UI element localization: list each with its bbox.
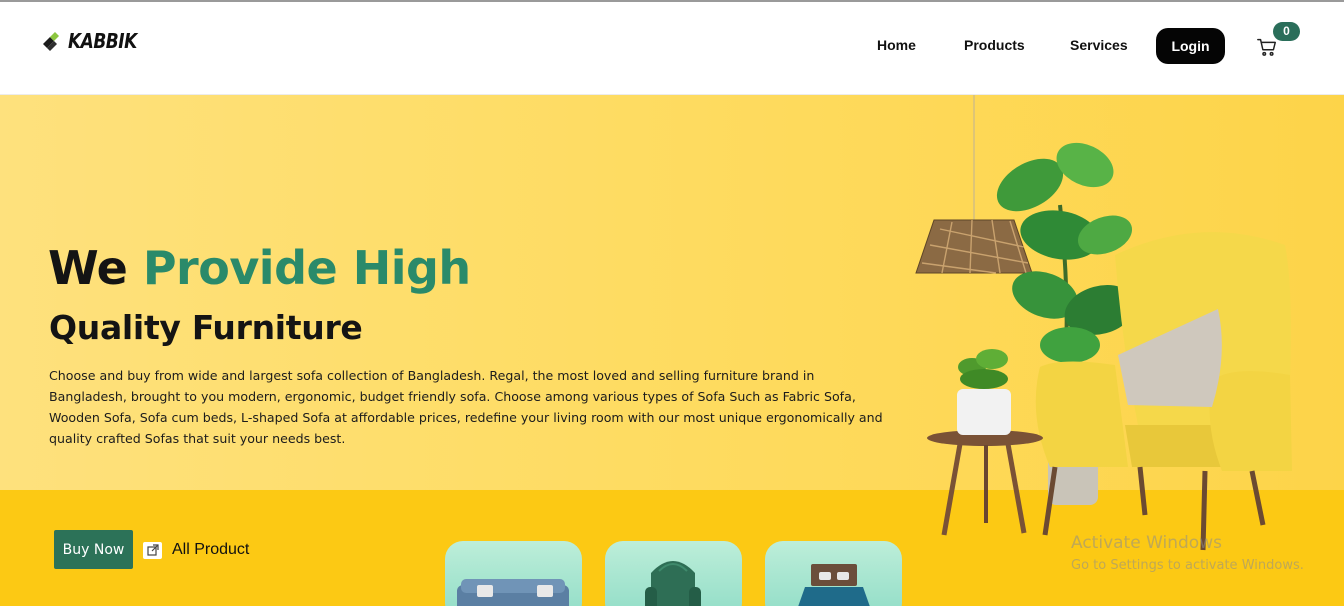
activate-windows-subtitle: Go to Settings to activate Windows. [1071, 558, 1304, 573]
all-product-label: All Product [172, 541, 250, 558]
bed-image [798, 564, 870, 606]
armchair [1035, 232, 1292, 551]
external-link-icon [143, 541, 162, 559]
kabbik-logo-icon [43, 32, 59, 51]
armchair-image [645, 561, 701, 606]
login-button[interactable]: Login [1156, 28, 1225, 64]
cart-icon[interactable] [1256, 36, 1278, 58]
sofa-image [457, 579, 569, 606]
headline-part1: We [48, 241, 143, 295]
hero-description: Choose and buy from wide and largest sof… [49, 368, 883, 446]
nav-products[interactable]: Products [964, 37, 1025, 53]
potted-plant [957, 349, 1011, 435]
hero-furniture-illustration [915, 95, 1292, 551]
nav-home[interactable]: Home [877, 37, 916, 53]
side-table [927, 430, 1043, 536]
nav-services[interactable]: Services [1070, 37, 1128, 53]
navbar: KABBIK Home Products Services Login [0, 2, 1344, 95]
cart-count-badge: 0 [1273, 22, 1300, 41]
bed-thumbnail[interactable] [765, 541, 902, 606]
hero-headline: We Provide High [48, 241, 471, 295]
brand-name: KABBIK [68, 30, 137, 54]
all-product-link[interactable]: All Product [143, 541, 249, 559]
hero-subheadline: Quality Furniture [49, 308, 363, 347]
armchair-thumbnail[interactable] [605, 541, 742, 606]
headline-accent: Provide High [142, 241, 471, 295]
logo[interactable]: KABBIK [40, 30, 137, 54]
buy-now-button[interactable]: Buy Now [54, 530, 133, 569]
sofa-thumbnail[interactable] [445, 541, 582, 606]
activate-windows-title: Activate Windows [1071, 533, 1222, 553]
pendant-lamp [915, 219, 1033, 274]
